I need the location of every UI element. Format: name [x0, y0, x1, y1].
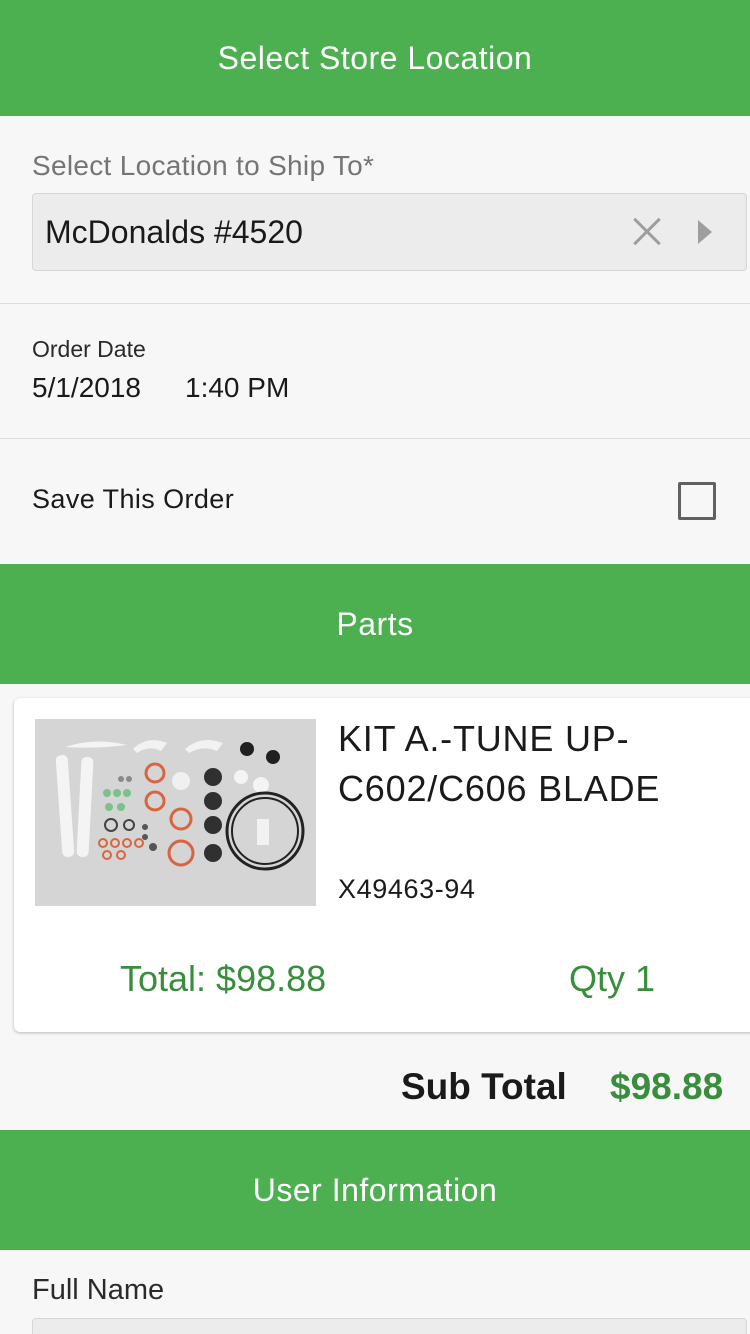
location-value: McDonalds #4520	[45, 213, 303, 250]
save-order-checkbox[interactable]	[678, 482, 716, 520]
subtotal-value: $98.88	[610, 1066, 724, 1107]
chevron-right-icon[interactable]	[698, 220, 712, 244]
parts-title: Parts	[336, 605, 414, 642]
divider	[0, 438, 750, 439]
store-location-header: Select Store Location	[0, 0, 750, 116]
order-time-value: 1:40 PM	[185, 372, 290, 403]
subtotal-label: Sub Total	[401, 1066, 567, 1107]
full-name-input[interactable]	[32, 1318, 747, 1334]
part-card[interactable]: KIT A.-TUNE UP-C602/C606 BLADE X49463-94…	[14, 698, 750, 1032]
save-order-label: Save This Order	[32, 484, 235, 514]
part-name: KIT A.-TUNE UP-C602/C606 BLADE	[338, 718, 661, 809]
user-information-title: User Information	[252, 1171, 498, 1208]
location-select[interactable]: McDonalds #4520	[32, 193, 747, 271]
part-image	[35, 719, 316, 906]
part-qty[interactable]: Qty 1	[569, 958, 655, 1000]
part-sku: X49463-94	[338, 874, 476, 904]
part-total: Total: $98.88	[120, 958, 327, 999]
close-icon[interactable]	[626, 212, 666, 252]
full-name-label: Full Name	[32, 1274, 165, 1306]
user-information-header: User Information	[0, 1130, 750, 1250]
order-date-value: 5/1/2018	[32, 372, 141, 403]
parts-header: Parts	[0, 564, 750, 684]
order-date-label: Order Date	[32, 336, 146, 362]
store-location-title: Select Store Location	[217, 39, 533, 76]
divider	[0, 303, 750, 304]
ship-location-label: Select Location to Ship To*	[32, 150, 375, 181]
